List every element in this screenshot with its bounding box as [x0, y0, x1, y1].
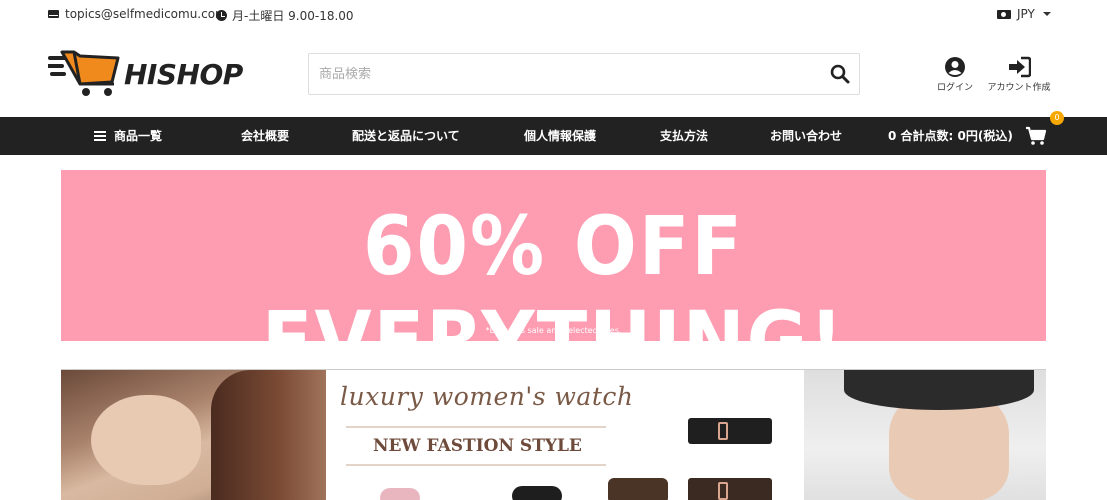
hamburger-icon [94, 131, 106, 141]
watch-brown [608, 478, 668, 500]
watch-black [512, 486, 562, 500]
site-logo[interactable]: HISHOP [48, 48, 248, 100]
nav-item-company[interactable]: 会社概要 [241, 117, 289, 155]
caret-down-icon[interactable] [1042, 12, 1051, 16]
hat-shape [844, 370, 1034, 410]
watch-promo-title: luxury women's watch [340, 382, 634, 411]
signup-link[interactable]: アカウント作成 [984, 56, 1054, 93]
cart-summary[interactable]: 0 合計点数: 0円(税込) [888, 117, 1047, 155]
site-header: HISHOP ログイン アカウント作成 [0, 28, 1107, 117]
money-icon [997, 9, 1011, 19]
watch-promo: luxury women's watch NEW FASTION STYLE [326, 370, 804, 500]
contact-email[interactable]: topics@selfmedicomu.com [48, 7, 227, 21]
nav-item-shipping[interactable]: 配送と返品について [352, 117, 460, 155]
currency-label[interactable]: JPY [1017, 7, 1035, 21]
envelope-icon [48, 10, 59, 18]
promo-photo-man [804, 370, 1046, 500]
watch-strap-black [688, 418, 772, 444]
nav-label[interactable]: 個人情報保護 [524, 117, 596, 155]
banner-note: *Excludes sale and selected lines. [485, 326, 622, 335]
top-bar: topics@selfmedicomu.com 月-土曜日 9.00-18.00… [0, 0, 1107, 28]
divider [346, 464, 606, 466]
promo-photo-woman [61, 370, 326, 500]
search-icon[interactable] [829, 63, 851, 85]
login-link[interactable]: ログイン [920, 56, 990, 93]
promo-strip[interactable]: luxury women's watch NEW FASTION STYLE [61, 369, 1046, 500]
logo-text[interactable]: HISHOP [124, 58, 243, 91]
clock-icon [216, 10, 227, 21]
nav-label[interactable]: お問い合わせ [770, 117, 842, 155]
currency-selector[interactable]: JPY [997, 7, 1051, 21]
banner-headline: 60% OFF EVERYTHING! [262, 199, 843, 341]
nav-label[interactable]: 商品一覧 [114, 117, 162, 155]
watch-strap-brown [688, 478, 772, 500]
signup-label[interactable]: アカウント作成 [987, 80, 1050, 93]
sale-banner[interactable]: 60% OFF EVERYTHING! *Excludes sale and s… [61, 170, 1046, 341]
nav-item-privacy[interactable]: 個人情報保護 [524, 117, 596, 155]
strap-buckle [718, 482, 728, 500]
nav-label[interactable]: 支払方法 [660, 117, 708, 155]
nav-label[interactable]: 会社概要 [241, 117, 289, 155]
divider [346, 426, 606, 428]
business-hours: 月-土曜日 9.00-18.00 [216, 7, 354, 24]
cart-count-badge: 0 [1050, 111, 1064, 125]
search-input[interactable] [309, 54, 819, 94]
watch-promo-subtitle: NEW FASTION STYLE [373, 436, 582, 456]
watch-pink [380, 488, 420, 500]
email-text[interactable]: topics@selfmedicomu.com [65, 7, 227, 21]
nav-label[interactable]: 配送と返品について [352, 117, 460, 155]
main-nav: 商品一覧 会社概要 配送と返品について 個人情報保護 支払方法 お問い合わせ 0… [0, 117, 1107, 155]
hand-shape [91, 395, 201, 485]
hair-shape [211, 370, 326, 500]
nav-item-payment[interactable]: 支払方法 [660, 117, 708, 155]
search-box [308, 53, 860, 95]
cart-icon[interactable] [1025, 126, 1047, 146]
cart-summary-text[interactable]: 0 合計点数: 0円(税込) [888, 117, 1013, 155]
strap-buckle [718, 422, 728, 440]
nav-item-contact[interactable]: お問い合わせ [770, 117, 842, 155]
login-label[interactable]: ログイン [937, 80, 973, 93]
nav-item-products[interactable]: 商品一覧 [94, 117, 162, 155]
hours-text: 月-土曜日 9.00-18.00 [232, 9, 354, 23]
sign-in-icon [1009, 56, 1031, 78]
user-icon [945, 57, 965, 77]
shopping-cart-logo-icon [48, 50, 120, 96]
